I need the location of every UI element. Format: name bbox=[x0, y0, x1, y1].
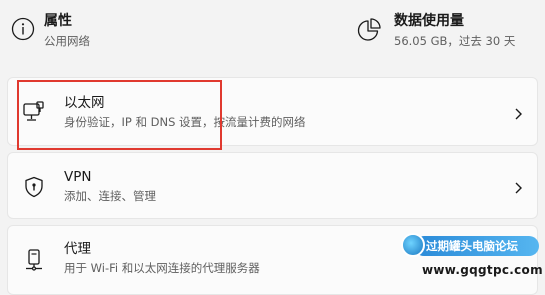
ethernet-text: 以太网 身份验证，IP 和 DNS 设置，按流量计费的网络 bbox=[64, 94, 484, 130]
watermark: 过期罐头电脑论坛 www.gqgtpc.com bbox=[398, 230, 543, 286]
ethernet-icon bbox=[22, 100, 46, 124]
top-row: 属性 公用网络 数据使用量 56.05 GB，过去 30 天 bbox=[0, 0, 545, 64]
ethernet-title: 以太网 bbox=[64, 95, 105, 111]
data-usage-title: 数据使用量 bbox=[394, 13, 464, 29]
vpn-subtitle: 添加、连接、管理 bbox=[64, 189, 156, 203]
properties-subtitle: 公用网络 bbox=[44, 34, 90, 48]
properties-title: 属性 bbox=[44, 13, 72, 29]
vpn-card[interactable]: VPN 添加、连接、管理 bbox=[7, 152, 538, 219]
ethernet-card[interactable]: 以太网 身份验证，IP 和 DNS 设置，按流量计费的网络 bbox=[7, 77, 538, 146]
chevron-right-icon bbox=[513, 106, 523, 120]
watermark-badge: 过期罐头电脑论坛 bbox=[398, 230, 541, 262]
pie-chart-icon bbox=[356, 16, 382, 42]
chevron-right-icon bbox=[513, 180, 523, 194]
shield-icon bbox=[22, 175, 46, 199]
data-usage-text: 数据使用量 56.05 GB，过去 30 天 bbox=[394, 12, 545, 49]
watermark-url: www.gqgtpc.com bbox=[422, 263, 543, 277]
info-icon bbox=[10, 16, 36, 42]
watermark-logo-icon bbox=[401, 233, 425, 257]
vpn-text: VPN 添加、连接、管理 bbox=[64, 168, 484, 204]
ethernet-subtitle: 身份验证，IP 和 DNS 设置，按流量计费的网络 bbox=[64, 115, 306, 129]
watermark-name: 过期罐头电脑论坛 bbox=[426, 239, 518, 253]
vpn-title: VPN bbox=[64, 169, 92, 185]
properties-text: 属性 公用网络 bbox=[44, 12, 244, 49]
proxy-server-icon bbox=[22, 248, 46, 272]
data-usage-subtitle: 56.05 GB，过去 30 天 bbox=[394, 34, 516, 48]
